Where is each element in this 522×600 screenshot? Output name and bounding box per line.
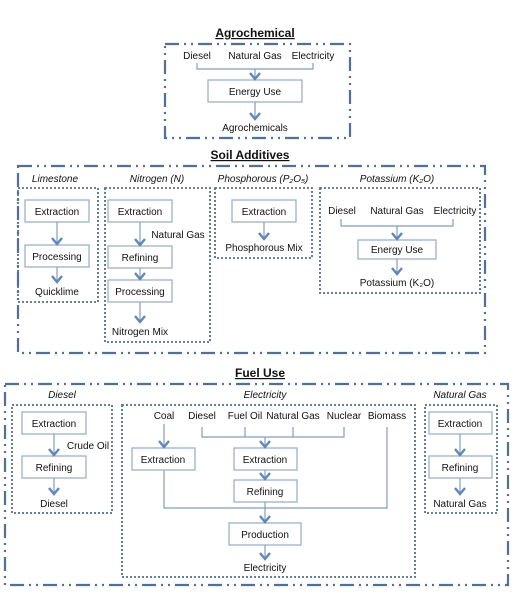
input-label: Crude Oil: [67, 441, 109, 452]
potassium-label: Potassium (K₂O): [360, 174, 434, 185]
step-label: Extraction: [118, 207, 162, 218]
step-label: Extraction: [32, 419, 76, 430]
output-label: Agrochemicals: [222, 123, 288, 134]
input-natural-gas: Natural Gas: [228, 51, 281, 62]
input-electricity: Electricity: [292, 51, 335, 62]
step-label: Extraction: [242, 207, 286, 218]
limestone-label: Limestone: [32, 174, 79, 185]
natural-gas-label: Natural Gas: [433, 390, 486, 401]
process-label: Energy Use: [371, 245, 424, 256]
output-label: Quicklime: [35, 287, 79, 298]
input-label: Natural Gas: [370, 206, 423, 217]
electricity-label: Electricity: [244, 390, 288, 401]
step-label: Extraction: [438, 419, 482, 430]
input-label: Electricity: [434, 206, 477, 217]
lifecycle-diagram: Agrochemical Diesel Natural Gas Electric…: [3, 26, 510, 587]
phosphorous-label: Phosphorous (P₂O₅): [218, 174, 309, 185]
output-label: Natural Gas: [433, 499, 486, 510]
fuel-use-section: Fuel Use Diesel Extraction Crude Oil Ref…: [3, 366, 510, 587]
input-label: Natural Gas: [266, 411, 319, 422]
step-label: Processing: [32, 252, 81, 263]
output-label: Phosphorous Mix: [225, 243, 302, 254]
connector: [340, 219, 454, 227]
step-label: Refining: [442, 463, 479, 474]
process-label: Production: [241, 530, 289, 541]
soil-additives-section: Soil Additives Limestone Extraction Proc…: [16, 148, 487, 355]
agrochemical-title: Agrochemical: [215, 26, 294, 40]
diesel-label: Diesel: [48, 390, 77, 401]
output-label: Nitrogen Mix: [112, 327, 168, 338]
connector: [196, 63, 314, 70]
input-label: Diesel: [328, 206, 356, 217]
input-label: Coal: [154, 411, 175, 422]
step-label: Refining: [36, 463, 73, 474]
input-label: Biomass: [368, 411, 406, 422]
step-label: Extraction: [243, 455, 287, 466]
step-label: Refining: [122, 253, 159, 264]
input-label: Fuel Oil: [228, 411, 262, 422]
output-label: Potassium (K₂O): [360, 278, 434, 289]
step-label: Processing: [115, 287, 164, 298]
soil-title: Soil Additives: [211, 148, 290, 162]
nitrogen-label: Nitrogen (N): [130, 174, 184, 185]
step-label: Extraction: [141, 455, 185, 466]
fuel-title: Fuel Use: [235, 366, 285, 380]
process-label: Energy Use: [229, 87, 282, 98]
agrochemical-section: Agrochemical Diesel Natural Gas Electric…: [163, 26, 352, 140]
output-label: Electricity: [244, 563, 287, 574]
input-label: Natural Gas: [151, 230, 204, 241]
input-label: Nuclear: [327, 411, 362, 422]
step-label: Refining: [247, 487, 284, 498]
input-label: Diesel: [188, 411, 216, 422]
input-diesel: Diesel: [183, 51, 211, 62]
step-label: Extraction: [35, 207, 79, 218]
connector: [201, 427, 345, 438]
output-label: Diesel: [40, 499, 68, 510]
